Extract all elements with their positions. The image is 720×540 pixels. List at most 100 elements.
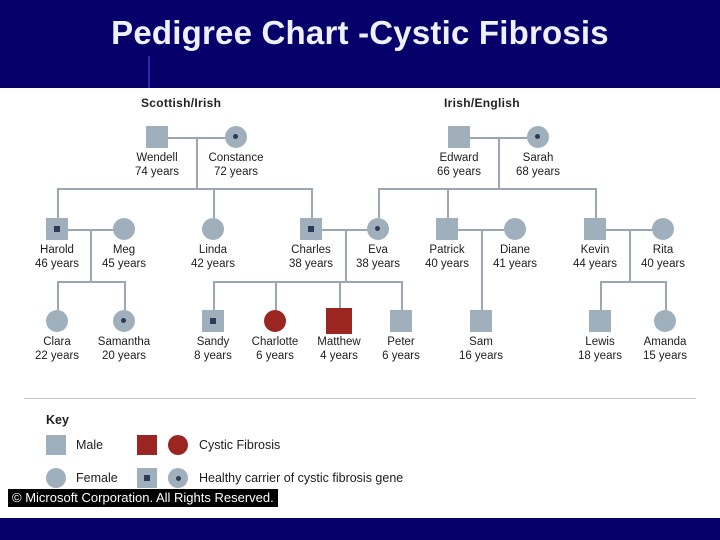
male-square-icon xyxy=(470,310,492,332)
person-age-meg: 45 years xyxy=(101,257,147,270)
person-age-diane: 41 years xyxy=(492,257,538,270)
person-age-sarah: 68 years xyxy=(515,165,561,178)
person-age-constance: 72 years xyxy=(213,165,259,178)
female-circle-icon xyxy=(652,218,674,240)
male-square-icon xyxy=(448,126,470,148)
person-name-rita: Rita xyxy=(652,244,674,256)
sibship-bar-kevin-rita xyxy=(600,281,666,283)
sibling-drop-sandy xyxy=(213,281,215,310)
bottom-band xyxy=(0,518,720,540)
key-label-healthy-carrier: Healthy carrier of cystic fibrosis gene xyxy=(199,471,404,485)
female-circle-icon xyxy=(504,218,526,240)
person-name-samantha: Samantha xyxy=(97,336,151,348)
person-label-samantha: Samantha 20 years xyxy=(79,336,169,363)
person-name-meg: Meg xyxy=(112,244,136,256)
sibship-bar-generation2-left xyxy=(57,188,312,190)
person-name-sarah: Sarah xyxy=(522,152,554,164)
descent-line-kevin-rita xyxy=(629,229,631,281)
female-circle-icon xyxy=(202,218,224,240)
key-icon-affected-female xyxy=(168,435,188,455)
sibling-drop-harold xyxy=(57,188,59,218)
sibling-drop-charlotte xyxy=(275,281,277,310)
title-accent-line xyxy=(148,56,150,88)
carrier-dot-icon xyxy=(121,318,126,323)
person-label-sarah: Sarah 68 years xyxy=(491,152,585,179)
person-name-diane: Diane xyxy=(499,244,531,256)
sibling-drop-peter xyxy=(401,281,403,310)
person-name-constance: Constance xyxy=(208,152,264,164)
key-label-cystic-fibrosis: Cystic Fibrosis xyxy=(199,438,281,452)
key-icon-carrier-female xyxy=(168,468,188,488)
sibling-drop-charles xyxy=(311,188,313,218)
male-square-icon xyxy=(589,310,611,332)
male-square-icon xyxy=(390,310,412,332)
affected-male-square-icon xyxy=(326,308,352,334)
affected-female-circle-icon xyxy=(168,435,188,455)
group-label-scottish-irish: Scottish/Irish xyxy=(141,96,222,110)
person-age-samantha: 20 years xyxy=(101,349,147,362)
person-label-amanda: Amanda 15 years xyxy=(620,336,710,363)
person-label-peter: Peter 6 years xyxy=(356,336,446,363)
male-square-icon xyxy=(146,126,168,148)
female-circle-icon xyxy=(654,310,676,332)
key-icon-male xyxy=(46,435,66,455)
person-age-sam: 16 years xyxy=(458,349,504,362)
key-label-male: Male xyxy=(76,438,104,452)
descent-line-edward-sarah xyxy=(498,137,500,188)
affected-male-square-icon xyxy=(137,435,157,455)
sibling-drop-sam xyxy=(481,281,483,310)
carrier-dot-icon xyxy=(210,318,216,324)
pedigree-chart: Scottish/Irish Irish/English Wendell 74 … xyxy=(0,88,720,488)
person-name-amanda: Amanda xyxy=(643,336,687,348)
carrier-dot-icon xyxy=(308,226,314,232)
person-label-linda: Linda 42 years xyxy=(167,244,259,271)
person-name-sam: Sam xyxy=(469,336,493,348)
sibling-drop-amanda xyxy=(665,281,667,310)
sibling-drop-patrick xyxy=(447,188,449,218)
key-label-female: Female xyxy=(76,471,118,485)
descent-line-wendell-constance xyxy=(196,137,198,188)
descent-line-harold-meg xyxy=(90,229,92,281)
person-symbol-matthew[interactable] xyxy=(326,308,352,334)
sibship-bar-harold-meg xyxy=(57,281,125,283)
carrier-dot-icon xyxy=(144,475,150,481)
sibship-bar-charles-eva xyxy=(213,281,402,283)
carrier-dot-icon xyxy=(54,226,60,232)
person-name-peter: Peter xyxy=(387,336,415,348)
title-band: Pedigree Chart -Cystic Fibrosis xyxy=(0,0,720,88)
person-age-linda: 42 years xyxy=(190,257,236,270)
sibling-drop-kevin xyxy=(595,188,597,218)
key-divider xyxy=(24,398,696,399)
person-name-linda: Linda xyxy=(198,244,228,256)
female-circle-icon xyxy=(46,310,68,332)
sibling-drop-matthew xyxy=(339,281,341,310)
person-label-constance: Constance 72 years xyxy=(189,152,283,179)
person-label-diane: Diane 41 years xyxy=(469,244,561,271)
person-age-peter: 6 years xyxy=(382,349,420,362)
sibling-drop-lewis xyxy=(600,281,602,310)
carrier-dot-icon xyxy=(233,134,238,139)
key-title: Key xyxy=(46,413,69,427)
key-icon-female xyxy=(46,468,66,488)
sibling-drop-linda xyxy=(213,188,215,218)
descent-line-patrick-diane xyxy=(481,229,483,281)
sibling-drop-eva xyxy=(378,188,380,218)
person-age-amanda: 15 years xyxy=(642,349,688,362)
person-label-rita: Rita 40 years xyxy=(617,244,709,271)
sibling-drop-samantha xyxy=(124,281,126,310)
male-square-icon xyxy=(436,218,458,240)
descent-line-charles-eva xyxy=(345,229,347,281)
key-icon-affected-male xyxy=(137,435,157,455)
carrier-dot-icon xyxy=(175,475,181,481)
key-icon-carrier-male xyxy=(137,468,157,488)
person-label-meg: Meg 45 years xyxy=(78,244,170,271)
male-square-icon xyxy=(584,218,606,240)
copyright-notice: © Microsoft Corporation. All Rights Rese… xyxy=(8,489,278,507)
page-title: Pedigree Chart -Cystic Fibrosis xyxy=(111,14,609,51)
female-circle-icon xyxy=(46,468,66,488)
sibling-drop-clara xyxy=(57,281,59,310)
affected-female-circle-icon xyxy=(264,310,286,332)
person-age-rita: 40 years xyxy=(640,257,686,270)
sibship-bar-generation2-right xyxy=(378,188,596,190)
male-square-icon xyxy=(46,435,66,455)
